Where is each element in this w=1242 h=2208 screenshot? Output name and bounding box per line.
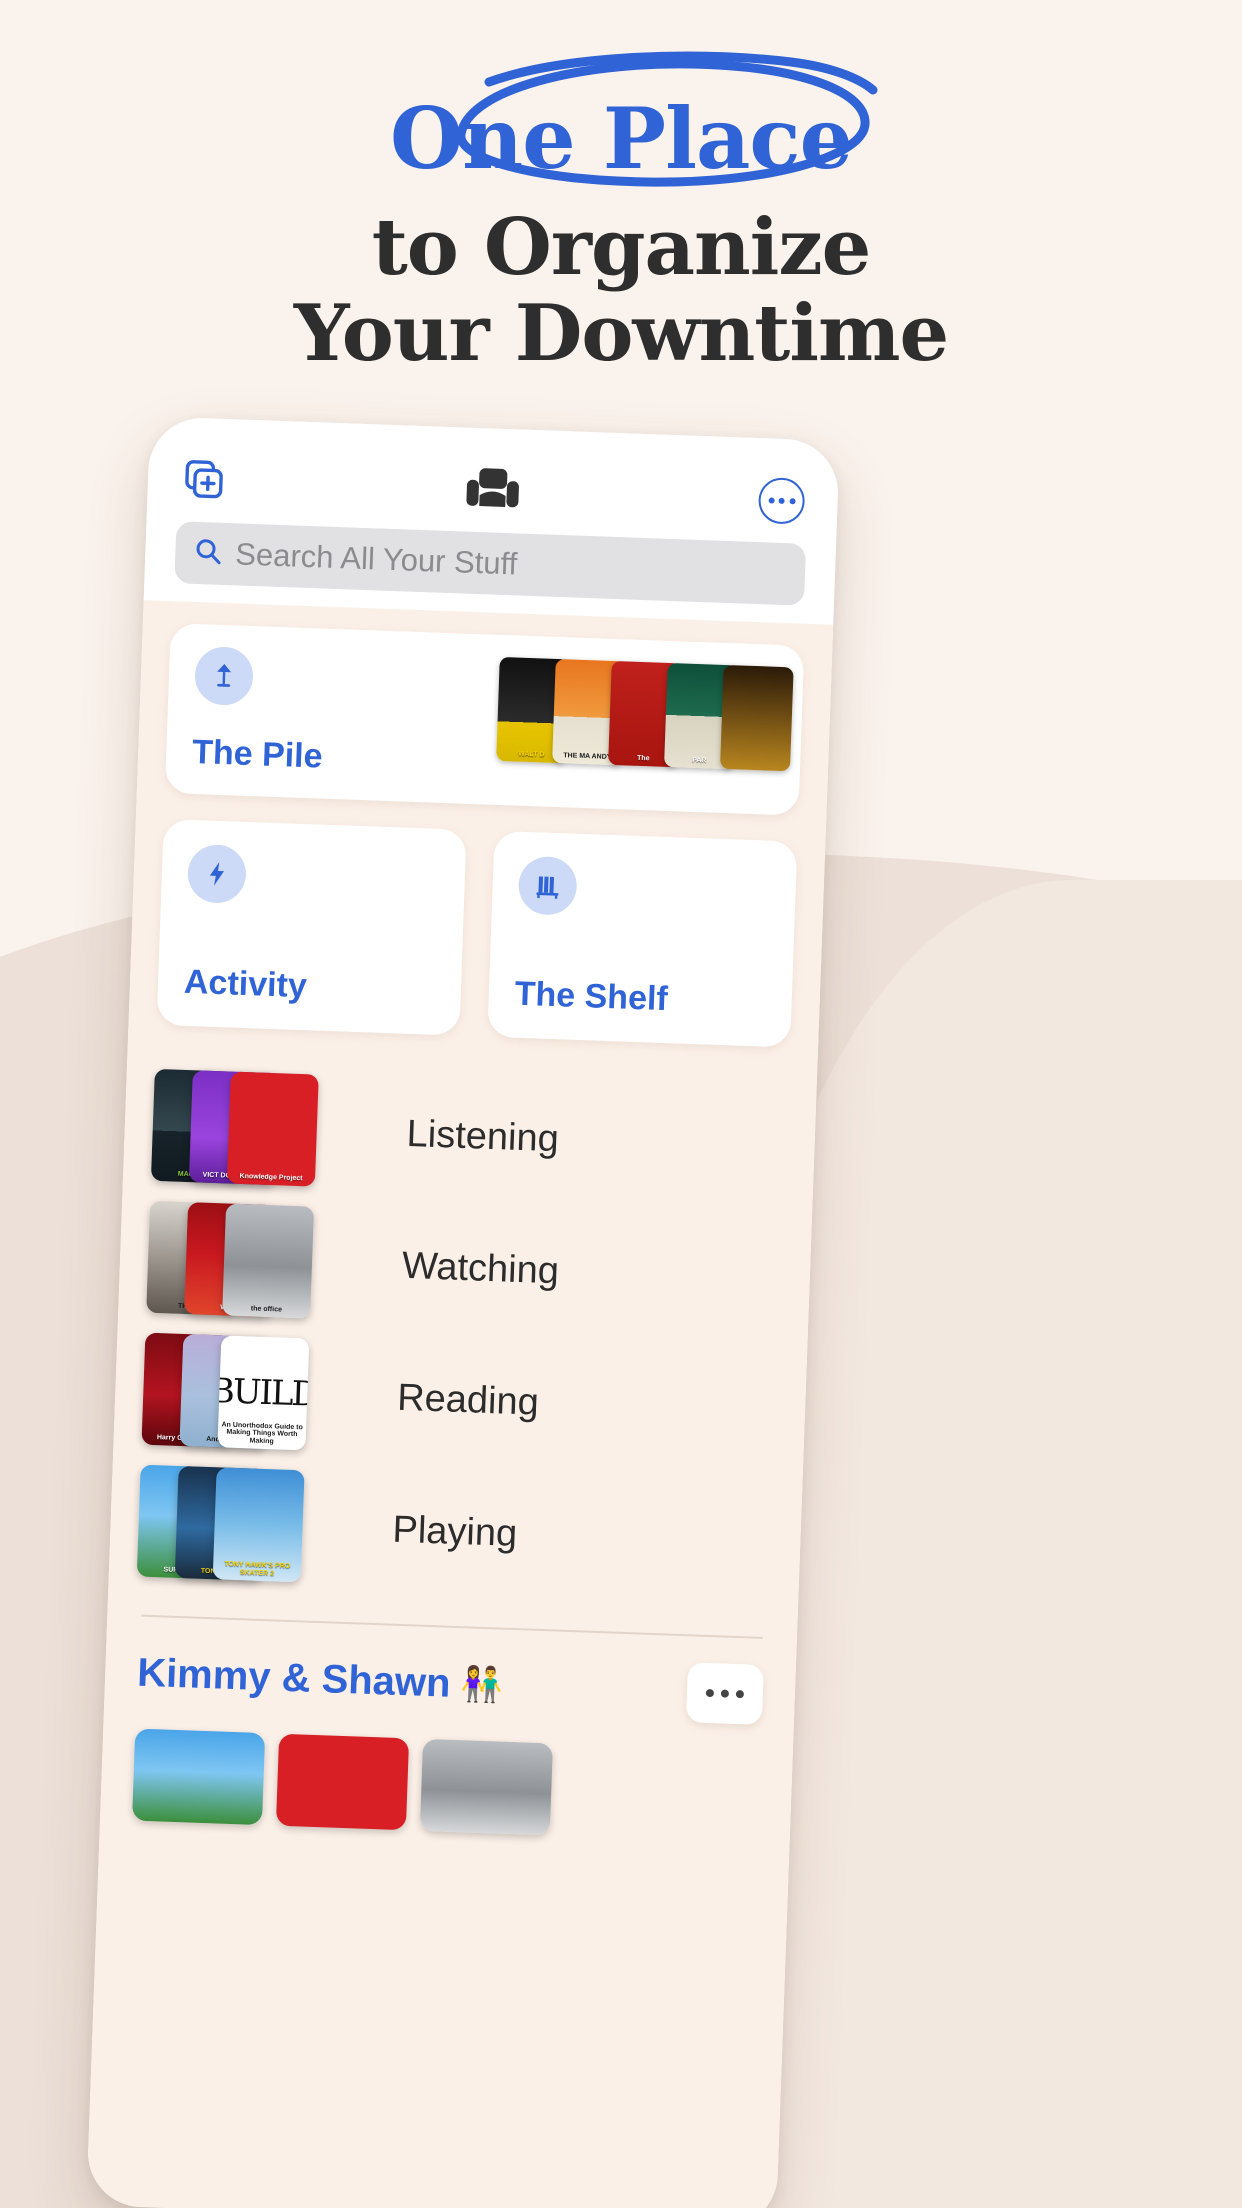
headline-line-2: to Organize bbox=[371, 202, 872, 293]
category-thumb-stack: SUPER 3DTONY PROTONY HAWK'S PRO SKATER 2 bbox=[136, 1464, 341, 1584]
shared-peek-card[interactable] bbox=[419, 1738, 554, 1836]
search-icon bbox=[193, 535, 224, 571]
couple-emoji-icon: 👫 bbox=[459, 1665, 504, 1705]
activity-card[interactable]: Activity bbox=[156, 818, 467, 1036]
armchair-logo-icon bbox=[229, 456, 756, 525]
bolt-icon bbox=[186, 843, 247, 904]
app-screen: Search All Your Stuff The Pile WALT DTHE… bbox=[86, 416, 840, 2208]
pile-poster[interactable] bbox=[719, 664, 794, 772]
category-row[interactable]: MAC POWVICT DOUG ELLINKnowledge Project L… bbox=[150, 1059, 789, 1214]
thumbnail-label: TONY HAWK'S PRO SKATER 2 bbox=[224, 1560, 291, 1578]
headline-line-1: One Place bbox=[0, 51, 1242, 204]
shared-section-more-icon[interactable] bbox=[685, 1662, 764, 1725]
shared-section-title-text: Kimmy & Shawn bbox=[136, 1650, 452, 1706]
category-label: Watching bbox=[401, 1244, 560, 1292]
category-thumbnail[interactable]: the office bbox=[222, 1203, 315, 1319]
search-input[interactable]: Search All Your Stuff bbox=[174, 521, 807, 606]
bookshelf-icon bbox=[517, 855, 578, 916]
shelf-card[interactable]: The Shelf bbox=[487, 830, 798, 1048]
thumbnail-label: the office bbox=[250, 1305, 283, 1314]
shelf-card-title: The Shelf bbox=[514, 974, 669, 1019]
pile-card-left: The Pile bbox=[192, 646, 327, 777]
category-list: MAC POWVICT DOUG ELLINKnowledge Project L… bbox=[136, 1059, 788, 1609]
shared-peek-card[interactable] bbox=[131, 1728, 266, 1826]
pile-card-title: The Pile bbox=[191, 732, 324, 776]
category-label: Playing bbox=[391, 1508, 518, 1555]
shared-peek-row bbox=[128, 1728, 765, 1843]
category-row[interactable]: SUPER 3DTONY PROTONY HAWK'S PRO SKATER 2… bbox=[136, 1455, 774, 1610]
phone-mockup: Search All Your Stuff The Pile WALT DTHE… bbox=[86, 416, 840, 2208]
shared-section-title[interactable]: Kimmy & Shawn 👫 bbox=[136, 1650, 504, 1708]
lamp-icon bbox=[193, 646, 255, 707]
pile-card[interactable]: The Pile WALT D THE MA ANDY The PAR bbox=[164, 623, 805, 816]
headline-highlight-text: One Place bbox=[389, 89, 853, 188]
app-content: The Pile WALT D THE MA ANDY The PAR Activit… bbox=[100, 600, 833, 1844]
navbar-row bbox=[177, 453, 808, 528]
shared-peek-card[interactable] bbox=[275, 1733, 410, 1831]
category-label: Reading bbox=[396, 1376, 540, 1424]
category-row[interactable]: Harry CHAM SECAnd Our HBUILDAn Unorthodo… bbox=[141, 1323, 779, 1478]
search-placeholder-text: Search All Your Stuff bbox=[234, 536, 518, 582]
thumbnail-label: Knowledge Project bbox=[239, 1172, 303, 1182]
category-thumbnail[interactable]: Knowledge Project bbox=[226, 1071, 319, 1187]
shared-section-header: Kimmy & Shawn 👫 bbox=[132, 1642, 768, 1725]
headline-line-3: Your Downtime bbox=[293, 287, 949, 379]
category-thumb-stack: MAC POWVICT DOUG ELLINKnowledge Project bbox=[150, 1068, 355, 1188]
thumbnail-label: An Unorthodox Guide to Making Things Wor… bbox=[221, 1421, 303, 1445]
marketing-headline: One Place to Organize Your Downtime bbox=[0, 51, 1242, 379]
category-thumb-stack: Harry CHAM SECAnd Our HBUILDAn Unorthodo… bbox=[141, 1332, 345, 1452]
add-to-stack-icon[interactable] bbox=[177, 453, 231, 507]
activity-card-title: Activity bbox=[183, 962, 308, 1006]
category-row[interactable]: THE AnWREthe office Watching bbox=[146, 1191, 784, 1346]
secondary-cards-row: Activity The Shelf bbox=[156, 818, 798, 1048]
category-thumb-stack: THE AnWREthe office bbox=[146, 1200, 350, 1320]
more-ellipsis-icon[interactable] bbox=[755, 474, 809, 528]
app-navbar: Search All Your Stuff bbox=[143, 416, 840, 625]
category-thumbnail[interactable]: TONY HAWK'S PRO SKATER 2 bbox=[212, 1467, 305, 1583]
category-thumbnail[interactable]: BUILD An Unorthodox Guide to Making Thing… bbox=[217, 1335, 310, 1451]
footer-divider bbox=[141, 1614, 763, 1639]
category-label: Listening bbox=[405, 1112, 560, 1160]
pile-poster-stack: WALT D THE MA ANDY The PAR bbox=[496, 656, 794, 772]
